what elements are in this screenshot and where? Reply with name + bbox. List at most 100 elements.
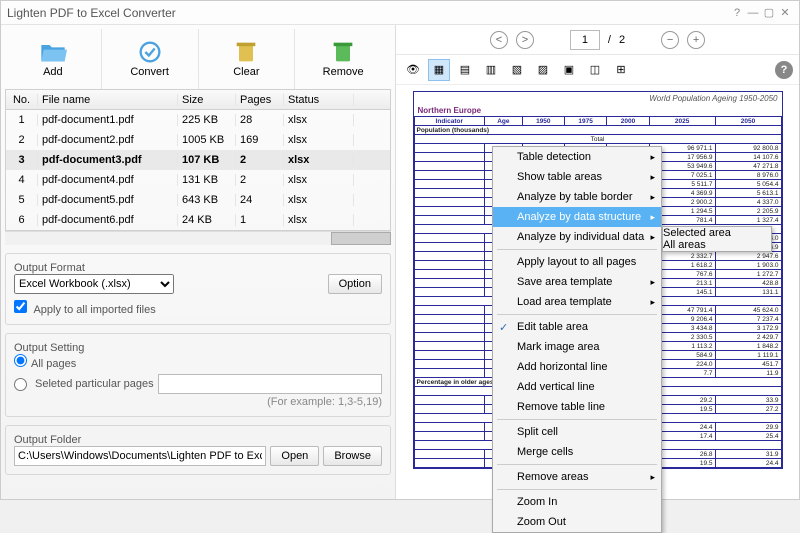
- menu-item[interactable]: Table detection▸: [493, 147, 661, 167]
- browse-button[interactable]: Browse: [323, 446, 382, 466]
- prev-page-button[interactable]: <: [490, 31, 508, 49]
- grid-icon[interactable]: ▦: [428, 59, 450, 81]
- table-row[interactable]: 1pdf-document1.pdf225 KB28xlsx: [6, 110, 390, 130]
- col-pages[interactable]: Pages: [236, 94, 284, 106]
- file-table: No. File name Size Pages Status 1pdf-doc…: [5, 89, 391, 231]
- col-size[interactable]: Size: [178, 94, 236, 106]
- option-button[interactable]: Option: [328, 274, 382, 294]
- pages-hint: (For example: 1,3-5,19): [14, 396, 382, 408]
- apply-all-checkbox[interactable]: [14, 300, 27, 313]
- cell-size: 225 KB: [178, 114, 236, 126]
- maximize-icon[interactable]: ▢: [761, 6, 777, 19]
- particular-pages-input[interactable]: [158, 374, 382, 394]
- page-sep: /: [608, 34, 611, 46]
- menu-item[interactable]: Remove table line: [493, 397, 661, 417]
- menu-item[interactable]: Load area template▸: [493, 292, 661, 312]
- help-icon[interactable]: ?: [729, 7, 745, 19]
- output-setting-panel: Output Setting All pages Seleted particu…: [5, 333, 391, 417]
- doc-caption: World Population Ageing 1950-2050: [414, 92, 782, 105]
- table-header: No. File name Size Pages Status: [6, 90, 390, 110]
- tool-icon-4[interactable]: ▨: [532, 59, 554, 81]
- menu-item[interactable]: Save area template▸: [493, 272, 661, 292]
- particular-pages-radio[interactable]: [14, 378, 27, 391]
- open-button[interactable]: Open: [270, 446, 319, 466]
- menu-item[interactable]: Zoom In: [493, 492, 661, 512]
- tool-icon-2[interactable]: ▥: [480, 59, 502, 81]
- menu-item[interactable]: ✓Edit table area: [493, 317, 661, 337]
- cell-size: 24 KB: [178, 214, 236, 226]
- context-menu: Table detection▸Show table areas▸Analyze…: [492, 146, 662, 533]
- output-format-panel: Output Format Excel Workbook (.xlsx) Opt…: [5, 253, 391, 325]
- col-status[interactable]: Status: [284, 94, 354, 106]
- table-row[interactable]: 2pdf-document2.pdf1005 KB169xlsx: [6, 130, 390, 150]
- add-button[interactable]: Add: [5, 29, 102, 89]
- clear-label: Clear: [233, 66, 259, 78]
- cell-name: pdf-document4.pdf: [38, 174, 178, 186]
- table-row[interactable]: 6pdf-document6.pdf24 KB1xlsx: [6, 210, 390, 230]
- left-pane: Add Convert Clear Remove No. F: [1, 25, 396, 499]
- close-icon[interactable]: ✕: [777, 6, 793, 19]
- col-name[interactable]: File name: [38, 94, 178, 106]
- format-select[interactable]: Excel Workbook (.xlsx): [14, 274, 174, 294]
- menu-item[interactable]: Analyze by table border▸: [493, 187, 661, 207]
- convert-button[interactable]: Convert: [102, 29, 199, 89]
- main-toolbar: Add Convert Clear Remove: [5, 29, 391, 89]
- table-row[interactable]: 5pdf-document5.pdf643 KB24xlsx: [6, 190, 390, 210]
- eye-icon[interactable]: 👁: [402, 59, 424, 81]
- titlebar: Lighten PDF to Excel Converter ? — ▢ ✕: [1, 1, 799, 25]
- cell-size: 107 KB: [178, 154, 236, 166]
- window-title: Lighten PDF to Excel Converter: [7, 6, 729, 20]
- folder-open-icon: [39, 40, 67, 64]
- apply-all-label: Apply to all imported files: [33, 304, 155, 316]
- tool-icon-5[interactable]: ▣: [558, 59, 580, 81]
- page-input[interactable]: [570, 30, 600, 50]
- table-row[interactable]: 3pdf-document3.pdf107 KB2xlsx: [6, 150, 390, 170]
- menu-item[interactable]: Apply layout to all pages: [493, 252, 661, 272]
- submenu-item[interactable]: Selected area: [663, 227, 771, 239]
- cell-status: xlsx: [284, 194, 354, 206]
- cell-no: 4: [6, 174, 38, 186]
- cell-status: xlsx: [284, 174, 354, 186]
- zoom-out-button[interactable]: −: [661, 31, 679, 49]
- menu-item[interactable]: Mark image area: [493, 337, 661, 357]
- col-no[interactable]: No.: [6, 94, 38, 106]
- tool-icon-1[interactable]: ▤: [454, 59, 476, 81]
- next-page-button[interactable]: >: [516, 31, 534, 49]
- tool-icon-6[interactable]: ◫: [584, 59, 606, 81]
- output-folder-legend: Output Folder: [14, 434, 81, 446]
- menu-item[interactable]: Add vertical line: [493, 377, 661, 397]
- context-submenu: Selected areaAll areas: [662, 226, 772, 252]
- all-pages-label: All pages: [31, 358, 76, 370]
- tool-icon-7[interactable]: ⊞: [610, 59, 632, 81]
- output-format-legend: Output Format: [14, 262, 85, 274]
- zoom-in-button[interactable]: +: [687, 31, 705, 49]
- cell-pages: 2: [236, 154, 284, 166]
- all-pages-radio[interactable]: [14, 354, 27, 367]
- menu-item[interactable]: Split cell: [493, 422, 661, 442]
- preview-help-icon[interactable]: ?: [775, 61, 793, 79]
- menu-item[interactable]: Merge cells: [493, 442, 661, 462]
- tool-icon-3[interactable]: ▧: [506, 59, 528, 81]
- menu-item[interactable]: Add horizontal line: [493, 357, 661, 377]
- menu-item[interactable]: Zoom Out: [493, 512, 661, 532]
- cell-no: 1: [6, 114, 38, 126]
- clear-button[interactable]: Clear: [199, 29, 296, 89]
- cell-no: 3: [6, 154, 38, 166]
- menu-item[interactable]: Analyze by individual data▸: [493, 227, 661, 247]
- folder-path-input[interactable]: [14, 446, 266, 466]
- menu-item[interactable]: Show table areas▸: [493, 167, 661, 187]
- cell-status: xlsx: [284, 114, 354, 126]
- menu-item[interactable]: Remove areas▸: [493, 467, 661, 487]
- table-row[interactable]: 4pdf-document4.pdf131 KB2xlsx: [6, 170, 390, 190]
- preview-toolbar: 👁 ▦ ▤ ▥ ▧ ▨ ▣ ◫ ⊞ ?: [396, 55, 799, 85]
- output-folder-panel: Output Folder Open Browse: [5, 425, 391, 475]
- cell-pages: 1: [236, 214, 284, 226]
- cell-no: 2: [6, 134, 38, 146]
- cell-name: pdf-document6.pdf: [38, 214, 178, 226]
- submenu-item[interactable]: All areas: [663, 239, 771, 251]
- h-scrollbar[interactable]: [5, 231, 391, 245]
- minimize-icon[interactable]: —: [745, 7, 761, 19]
- menu-item[interactable]: Analyze by data structure▸: [493, 207, 661, 227]
- convert-icon: [136, 40, 164, 64]
- remove-button[interactable]: Remove: [295, 29, 391, 89]
